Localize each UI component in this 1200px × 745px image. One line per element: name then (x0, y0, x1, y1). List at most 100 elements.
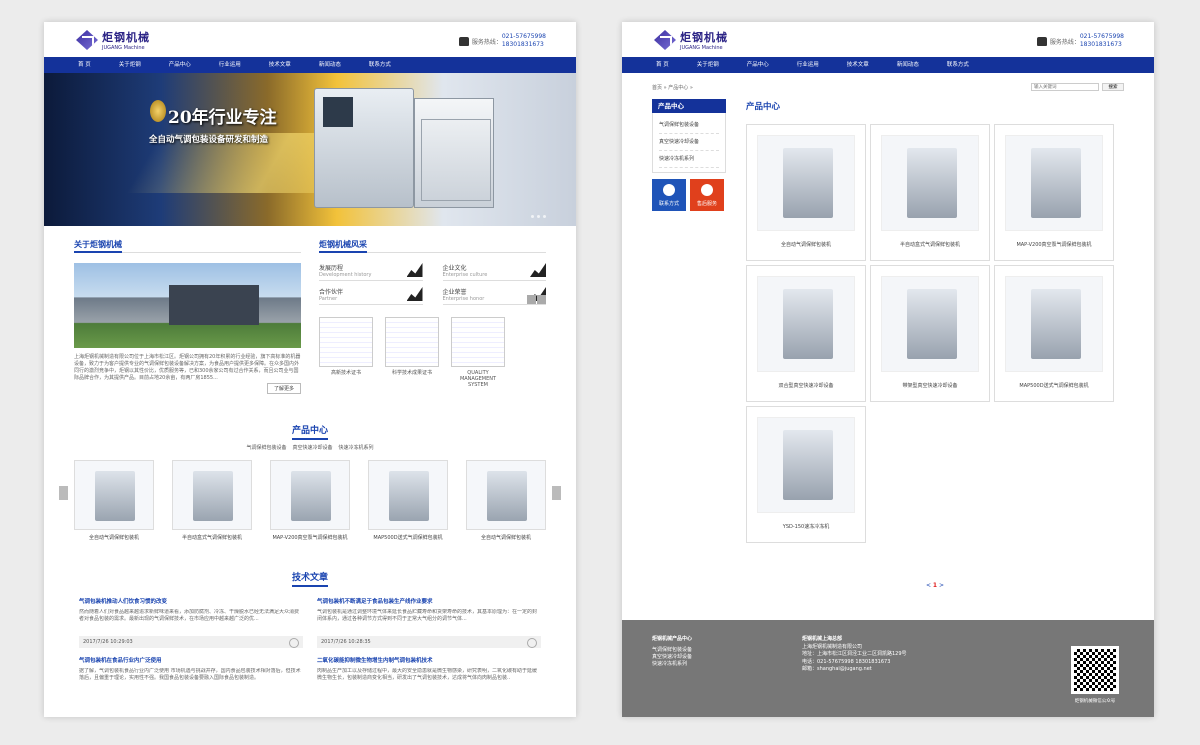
product-card[interactable]: YSD-150速冻冷冻机 (746, 406, 866, 543)
prev-arrow-icon[interactable] (59, 486, 68, 500)
header: 炬钢机械 JUGANG Machine 服务热线： 021-57675998 1… (622, 22, 1154, 57)
product-card[interactable]: 双合型真空快速冷却设备 (746, 265, 866, 402)
medal-icon (150, 100, 166, 122)
nav-item-products[interactable]: 产品中心 (169, 57, 191, 73)
nav-item-news[interactable]: 新闻动态 (319, 57, 341, 73)
about-text: 上海炬钢机械制造有限公司位于上海市松江区。炬钢公司拥有20年积累的行业经验，旗下… (74, 354, 301, 381)
logo-name-en: JUGANG Machine (680, 45, 723, 51)
nav-item-articles[interactable]: 技术文章 (269, 57, 291, 73)
next-arrow-icon[interactable] (537, 295, 546, 304)
style-item-history[interactable]: 发展历程 Development history (319, 263, 423, 281)
style-section: 炬钢机械风采 发展历程 Development history 企业文化 Enter… (319, 239, 546, 388)
certificate-card[interactable]: QUALITY MANAGEMENT SYSTEM (451, 317, 505, 388)
article-item[interactable]: 气调包装机在食品行业内广泛使用 据了解，气调包装机食品行业内广泛使用 市场机遇与挑… (79, 656, 303, 689)
product-card[interactable]: 全自动气调保鲜包装机 (466, 460, 546, 541)
email[interactable]: 邮箱：shanghai@jugang.net (802, 666, 907, 674)
article-item[interactable]: 二氧化碳能抑制微生物增生内制气调包装机技术 肉制品生产加工以及存储过程中，最大的安… (317, 656, 541, 689)
product-grid: 全自动气调保鲜包装机 半自动盒式气调保鲜包装机 MAP-V200真空泵气调保鲜包… (746, 124, 1114, 543)
nav-item-articles[interactable]: 技术文章 (847, 57, 869, 73)
hotline-label: 服务热线： (1049, 38, 1080, 46)
logo-name-en: JUGANG Machine (102, 45, 145, 51)
nav-item-about[interactable]: 关于炬钢 (697, 57, 719, 73)
qr-code (1071, 646, 1119, 694)
banner-title: 20年行业专注 (168, 108, 277, 128)
main-nav: 首 页 关于炬钢 产品中心 行业运用 技术文章 新闻动态 联系方式 (622, 57, 1154, 73)
nav-item-industry[interactable]: 行业运用 (797, 57, 819, 73)
sidebar-item[interactable]: 快速冷冻机系列 (659, 151, 719, 168)
qr-caption: 炬钢机械微信公众号 (1074, 699, 1116, 704)
learn-more-button[interactable]: 了解更多 (266, 383, 301, 394)
product-card[interactable]: MAP500D送式气调保鲜包装机 (368, 460, 448, 541)
address: 地址：上海市松江区洞泾工业二区洞凯路129号 (802, 651, 907, 657)
prev-page[interactable]: < (926, 582, 931, 589)
machine-image (314, 88, 414, 208)
product-card[interactable]: 半自动盒式气调保鲜包装机 (870, 124, 990, 261)
nav-item-home[interactable]: 首 页 (656, 57, 669, 73)
product-card[interactable]: MAP-V200真空泵气调保鲜包装机 (270, 460, 350, 541)
article-item[interactable]: 气调包装机不断满足于食品包装生产线作业要求 气调包装机是通过调整环境气体来延长食品… (317, 597, 541, 648)
footer-link[interactable]: 真空快速冷却设备 (652, 654, 692, 661)
logo[interactable]: 炬钢机械 JUGANG Machine (654, 29, 728, 51)
hotline-number-1: 021-57675998 (1079, 33, 1124, 40)
category-link[interactable]: 气调保鲜包装设备 (246, 444, 286, 451)
hero-banner[interactable]: 20年行业专注 全自动气调包装设备研发和制造 (44, 73, 576, 226)
search-input[interactable] (1031, 83, 1099, 91)
style-item-culture[interactable]: 企业文化 Enterprise culture (442, 263, 546, 281)
after-sales-button[interactable]: 售后服务 (690, 179, 724, 211)
phone-icon (458, 36, 469, 46)
next-arrow-icon[interactable] (552, 486, 561, 500)
nav-item-news[interactable]: 新闻动态 (897, 57, 919, 73)
certificate-card[interactable]: 科学技术成果证书 (385, 317, 439, 388)
search-button[interactable]: 搜索 (1102, 83, 1124, 91)
products-header: 产品中心 气调保鲜包装设备 真空快速冷却设备 快速冷冻机系列 (44, 423, 576, 451)
product-card[interactable]: MAP500D送式气调保鲜包装机 (994, 265, 1114, 402)
product-card[interactable]: 带架型真空快速冷却设备 (870, 265, 990, 402)
current-page[interactable]: 1 (933, 582, 937, 589)
sidebar-item[interactable]: 气调保鲜包装设备 (659, 117, 719, 134)
articles-title: 技术文章 (291, 570, 328, 587)
growth-chart-icon (406, 263, 423, 277)
footer-link[interactable]: 快速冷冻机系列 (652, 661, 692, 668)
sidebar-title: 产品中心 (652, 99, 726, 113)
phone: 电话：021-57675998 18301831673 (802, 658, 891, 665)
nav-item-contact[interactable]: 联系方式 (947, 57, 969, 73)
contact-button[interactable]: 联系方式 (652, 179, 686, 211)
article-item[interactable]: 气调包装机推动人们饮食习惯的改变 然而随着人们对食品越来越追求新鲜味道来看，添加防… (79, 597, 303, 648)
main-title: 产品中心 (746, 102, 781, 112)
style-item-partner[interactable]: 合作伙伴 Partner (319, 287, 423, 305)
nav-item-industry[interactable]: 行业运用 (219, 57, 241, 73)
next-page[interactable]: > (939, 582, 944, 589)
certificate-card[interactable]: 高新技术证书 (319, 317, 373, 388)
prev-arrow-icon[interactable] (527, 295, 536, 304)
hotline-label: 服务热线： (471, 38, 502, 46)
hotline: 服务热线： 021-57675998 18301831673 (1036, 33, 1124, 49)
hotline: 服务热线： 021-57675998 18301831673 (458, 33, 546, 49)
handshake-icon (406, 287, 423, 301)
nav-item-contact[interactable]: 联系方式 (369, 57, 391, 73)
footer-col-title: 炬钢机械产品中心 (652, 636, 693, 642)
sidebar-item[interactable]: 真空快速冷却设备 (659, 134, 719, 151)
products-title: 产品中心 (291, 423, 328, 440)
breadcrumb[interactable]: 首页 » 产品中心 » (652, 84, 693, 91)
logo[interactable]: 炬钢机械 JUGANG Machine (76, 29, 150, 51)
product-card[interactable]: 全自动气调保鲜包装机 (74, 460, 154, 541)
nav-item-about[interactable]: 关于炬钢 (119, 57, 141, 73)
product-card[interactable]: 全自动气调保鲜包装机 (746, 124, 866, 261)
carousel-dots[interactable] (531, 215, 546, 218)
product-card[interactable]: MAP-V200真空泵气调保鲜包装机 (994, 124, 1114, 261)
style-title: 炬钢机械风采 (319, 240, 367, 253)
sidebar: 产品中心 气调保鲜包装设备 真空快速冷却设备 快速冷冻机系列 联系方式 售后服务 (652, 99, 726, 211)
hotline-number-1: 021-57675998 (501, 33, 546, 40)
category-link[interactable]: 快速冷冻机系列 (339, 444, 374, 451)
logo-icon (654, 30, 676, 50)
about-title: 关于炬钢机械 (74, 240, 122, 253)
header: 炬钢机械 JUGANG Machine 服务热线： 021-57675998 1… (44, 22, 576, 57)
footer-link[interactable]: 气调保鲜包装设备 (652, 647, 692, 654)
product-carousel: 全自动气调保鲜包装机 半自动盒式气调保鲜包装机 MAP-V200真空泵气调保鲜包… (74, 460, 546, 541)
nav-item-products[interactable]: 产品中心 (747, 57, 769, 73)
footer-col-title: 炬钢机械上海总部 (802, 636, 843, 642)
category-link[interactable]: 真空快速冷却设备 (292, 444, 332, 451)
articles-list: 气调包装机推动人们饮食习惯的改变 然而随着人们对食品越来越追求新鲜味道来看，添加防… (79, 597, 541, 689)
nav-item-home[interactable]: 首 页 (78, 57, 91, 73)
product-card[interactable]: 半自动盒式气调保鲜包装机 (172, 460, 252, 541)
